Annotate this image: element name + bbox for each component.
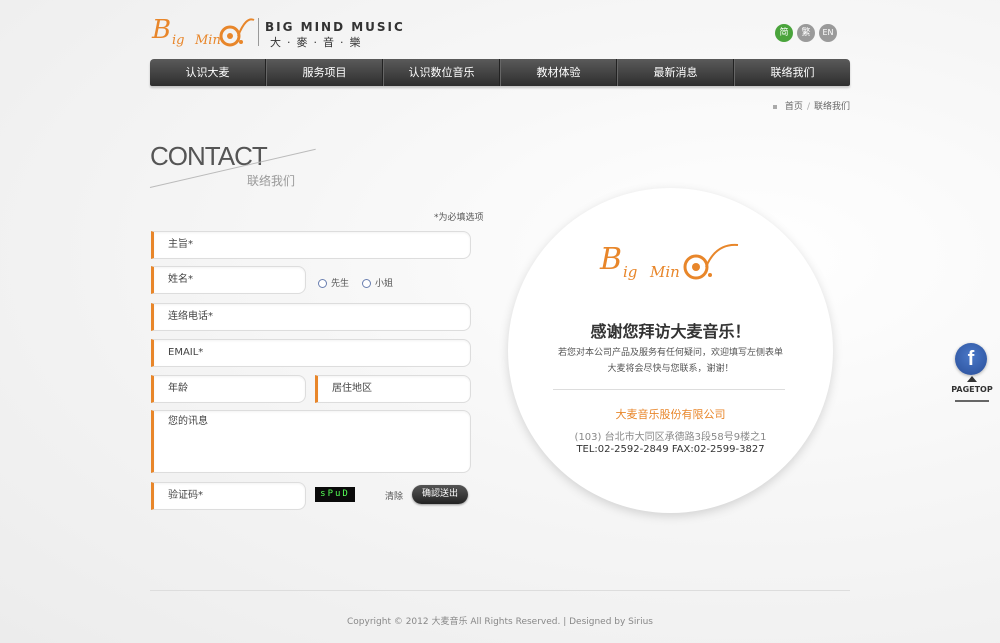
required-note: *为必填选项 [434, 213, 484, 223]
svg-text:Min: Min [649, 263, 680, 281]
gender-ms-radio[interactable]: 小姐 [362, 276, 393, 289]
page-title: CONTACT [150, 141, 268, 171]
nav-item-digital-music[interactable]: 认识数位音乐 [383, 59, 500, 86]
nav-item-contact[interactable]: 联络我们 [734, 59, 850, 86]
submit-button[interactable]: 确認送出 [412, 485, 468, 504]
footer-divider [150, 590, 850, 591]
svg-text:B: B [151, 15, 171, 45]
svg-text:ig: ig [172, 33, 184, 48]
captcha-image: sPuD [315, 487, 355, 502]
company-name: 大麦音乐股份有限公司 [615, 408, 726, 421]
arrow-up-icon [967, 376, 977, 382]
svg-text:ig: ig [623, 263, 637, 281]
gender-mr-radio[interactable]: 先生 [318, 276, 349, 289]
nav-item-services[interactable]: 服务项目 [266, 59, 383, 86]
brand-name-cn: 大·麥·音·樂 [270, 36, 367, 49]
card-description-1: 若您对本公司产品及服务有任何疑问，欢迎填写左侧表单 [557, 348, 783, 358]
pagetop-underline [955, 400, 989, 402]
region-field[interactable]: 居住地区 [315, 375, 471, 403]
lang-english-button[interactable]: EN [819, 24, 837, 42]
age-field[interactable]: 年龄 [151, 375, 306, 403]
thanks-heading: 感谢您拜访大麦音乐！ [590, 322, 751, 341]
svg-text:B: B [599, 242, 622, 277]
brand-name-en: BIG MIND MUSIC [265, 20, 405, 34]
pagetop-button[interactable]: PAGETOP [950, 385, 994, 394]
company-phone: TEL:02-2592-2849 FAX:02-2599-3827 [576, 444, 765, 455]
breadcrumb-separator: / [806, 102, 810, 112]
nav-item-news[interactable]: 最新消息 [617, 59, 734, 86]
clear-button[interactable]: 清除 [385, 489, 403, 502]
page-subtitle: 联络我们 [247, 174, 296, 188]
phone-field[interactable]: 连络电话* [151, 303, 471, 331]
lang-simplified-button[interactable]: 简 [775, 24, 793, 42]
footer-copyright: Copyright © 2012 大麦音乐 All Rights Reserve… [347, 617, 653, 627]
card-logo: B ig Min [599, 242, 739, 281]
message-textarea[interactable]: 您的讯息 [151, 410, 471, 473]
nav-item-materials[interactable]: 教材体验 [500, 59, 617, 86]
subject-field[interactable]: 主旨* [151, 231, 471, 259]
company-address: (103) 台北市大同区承德路3段58号9楼之1 [574, 432, 767, 443]
breadcrumb: 首页 / 联络我们 [772, 99, 850, 112]
name-field[interactable]: 姓名* [151, 266, 306, 294]
svg-text:Min: Min [194, 33, 221, 48]
breadcrumb-home-link[interactable]: 首页 [785, 102, 803, 112]
card-divider [553, 389, 785, 390]
gender-ms-label: 小姐 [375, 279, 394, 289]
card-description-2: 大麦将会尽快与您联系，谢谢！ [607, 364, 734, 374]
facebook-icon[interactable]: f [955, 343, 987, 375]
radio-circle-icon [318, 279, 327, 288]
gender-mr-label: 先生 [331, 279, 350, 289]
email-field[interactable]: EMAIL* [151, 339, 471, 367]
breadcrumb-current: 联络我们 [813, 102, 850, 112]
main-nav: 认识大麦 服务项目 认识数位音乐 教材体验 最新消息 联络我们 [150, 59, 850, 86]
breadcrumb-bullet-icon [772, 104, 777, 109]
nav-item-about[interactable]: 认识大麦 [150, 59, 266, 86]
logo-divider [258, 18, 259, 46]
captcha-field[interactable]: 验证码* [151, 482, 306, 510]
radio-circle-icon [362, 279, 371, 288]
lang-traditional-button[interactable]: 繁 [797, 24, 815, 42]
